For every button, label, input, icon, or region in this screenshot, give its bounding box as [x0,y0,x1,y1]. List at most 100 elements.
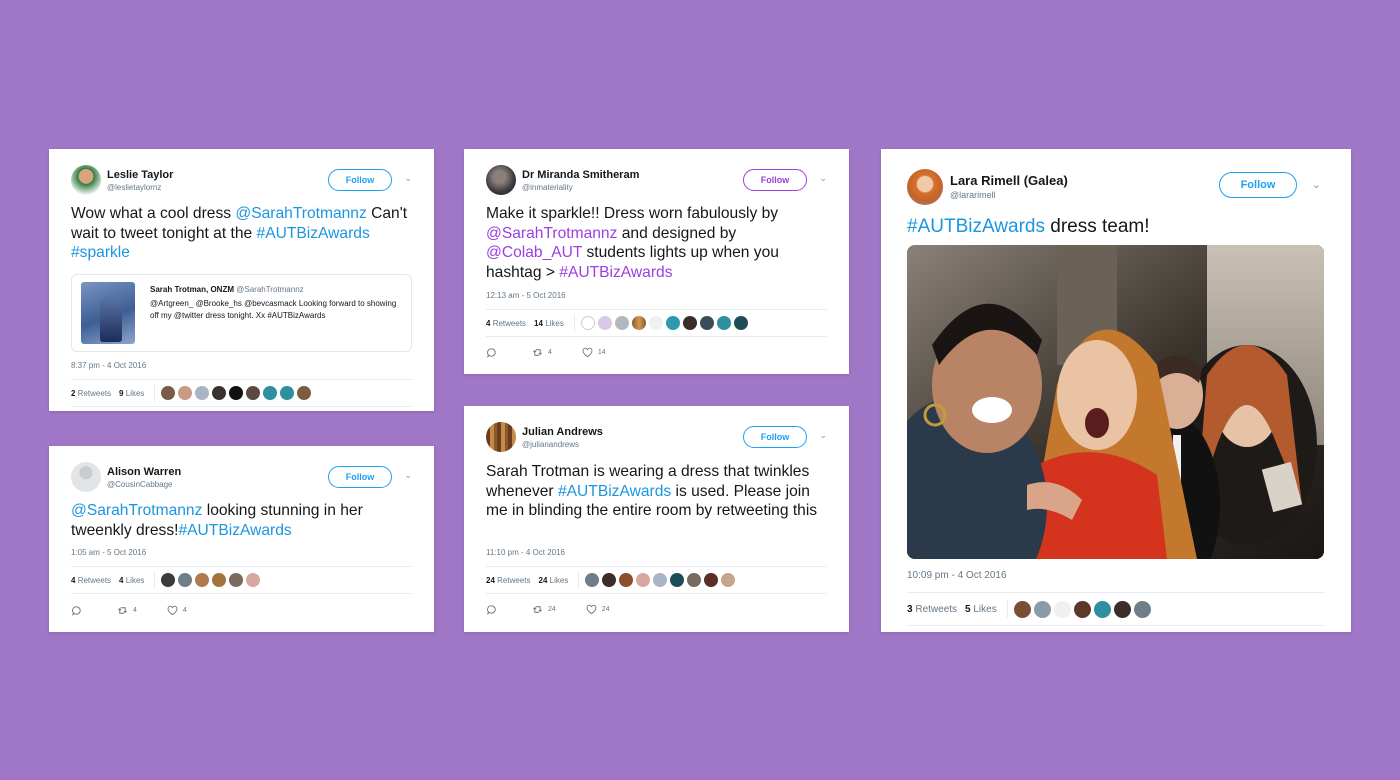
hashtag-link[interactable]: #AUTBizAwards [559,264,672,281]
author-name[interactable]: Julian Andrews [522,426,603,438]
chevron-down-icon[interactable]: ⌄ [819,173,827,184]
avatar[interactable] [682,316,697,330]
hashtag-link[interactable]: #AUTBizAwards [907,216,1045,237]
timestamp[interactable]: 10:09 pm - 4 Oct 2016 [907,570,1007,581]
avatar[interactable] [614,316,629,330]
avatar[interactable] [178,386,193,400]
hashtag-link[interactable]: #AUTBizAwards [178,522,291,539]
reply-button[interactable] [486,604,502,615]
avatar[interactable] [229,386,244,400]
chevron-down-icon[interactable]: ⌄ [404,470,412,481]
mention-link[interactable]: @SarahTrotmannz [235,205,366,222]
retweet-button[interactable]: 24 [532,604,556,615]
reply-button[interactable] [71,605,87,616]
avatar[interactable] [212,386,227,400]
avatar[interactable] [636,573,651,587]
author-handle[interactable]: @inmateriality [522,183,573,192]
like-button[interactable]: 14 [582,347,606,358]
retweet-count[interactable]: 4 Retweets [71,576,111,585]
retweet-button[interactable]: 4 [117,605,137,616]
follow-button[interactable]: Follow [743,426,807,448]
timestamp[interactable]: 11:10 pm - 4 Oct 2016 [486,548,565,557]
mention-link[interactable]: @Colab_AUT [486,244,582,261]
avatar[interactable] [161,573,176,587]
retweet-count[interactable]: 24 Retweets [486,576,531,585]
timestamp[interactable]: 12:13 am - 5 Oct 2016 [486,291,566,300]
avatar[interactable] [1073,600,1091,618]
follow-button[interactable]: Follow [328,169,392,191]
follow-button[interactable]: Follow [328,466,392,488]
avatar[interactable] [161,386,176,400]
avatar[interactable] [246,386,261,400]
avatar[interactable] [71,462,101,492]
hashtag-link[interactable]: #sparkle [71,244,130,261]
author-name[interactable]: Leslie Taylor [107,169,173,181]
timestamp[interactable]: 8:37 pm - 4 Oct 2016 [71,361,146,370]
avatar[interactable] [597,316,612,330]
like-count[interactable]: 5 Likes [965,604,997,615]
avatar[interactable] [1133,600,1151,618]
retweet-count[interactable]: 4 Retweets [486,319,526,328]
follow-button[interactable]: Follow [1219,172,1297,198]
avatar[interactable] [297,386,312,400]
hashtag-link[interactable]: #AUTBizAwards [558,483,671,500]
author-handle[interactable]: @CousinCabbage [107,480,173,489]
retweet-button[interactable]: 4 [532,347,552,358]
author-handle[interactable]: @julianandrews [522,440,579,449]
avatar[interactable] [1113,600,1131,618]
avatar[interactable] [602,573,617,587]
chevron-down-icon[interactable]: ⌄ [1312,178,1321,191]
avatar[interactable] [1033,600,1051,618]
author-name[interactable]: Dr Miranda Smitheram [522,169,639,181]
like-count[interactable]: 4 Likes [119,576,144,585]
avatar[interactable] [716,316,731,330]
avatar[interactable] [704,573,719,587]
avatar[interactable] [195,386,210,400]
avatar[interactable] [212,573,227,587]
retweet-count[interactable]: 2 Retweets [71,389,111,398]
quoted-tweet[interactable]: Sarah Trotman, ONZM @SarahTrotmannz @Art… [71,274,412,352]
avatar[interactable] [631,316,646,330]
like-count[interactable]: 14 Likes [534,319,564,328]
avatar[interactable] [699,316,714,330]
mention-link[interactable]: @SarahTrotmannz [486,225,617,242]
avatar[interactable] [71,165,101,195]
avatar[interactable] [195,573,210,587]
avatar[interactable] [280,386,295,400]
retweet-count[interactable]: 3 Retweets [907,604,957,615]
author-name[interactable]: Lara Rimell (Galea) [950,173,1068,188]
chevron-down-icon[interactable]: ⌄ [819,430,827,441]
hashtag-link[interactable]: #AUTBizAwards [257,225,370,242]
avatar[interactable] [229,573,244,587]
tweet-photo[interactable] [907,245,1324,559]
avatar[interactable] [1093,600,1111,618]
avatar[interactable] [580,316,595,330]
like-button[interactable]: 4 [167,605,187,616]
mention-link[interactable]: @SarahTrotmannz [71,502,202,519]
avatar[interactable] [665,316,680,330]
chevron-down-icon[interactable]: ⌄ [404,173,412,184]
avatar[interactable] [486,422,516,452]
avatar[interactable] [263,386,278,400]
author-handle[interactable]: @lararimell [950,190,996,200]
avatar[interactable] [733,316,748,330]
like-count[interactable]: 24 Likes [539,576,569,585]
avatar[interactable] [1053,600,1071,618]
avatar[interactable] [619,573,634,587]
author-handle[interactable]: @leslietaylornz [107,183,161,192]
avatar[interactable] [486,165,516,195]
avatar[interactable] [178,573,193,587]
like-button[interactable]: 24 [586,604,610,615]
avatar[interactable] [721,573,736,587]
avatar[interactable] [653,573,668,587]
avatar[interactable] [687,573,702,587]
avatar[interactable] [907,169,943,205]
avatar[interactable] [670,573,685,587]
avatar[interactable] [585,573,600,587]
avatar[interactable] [648,316,663,330]
author-name[interactable]: Alison Warren [107,466,181,478]
like-count[interactable]: 9 Likes [119,389,144,398]
reply-button[interactable] [486,347,502,358]
avatar[interactable] [246,573,261,587]
follow-button[interactable]: Follow [743,169,807,191]
